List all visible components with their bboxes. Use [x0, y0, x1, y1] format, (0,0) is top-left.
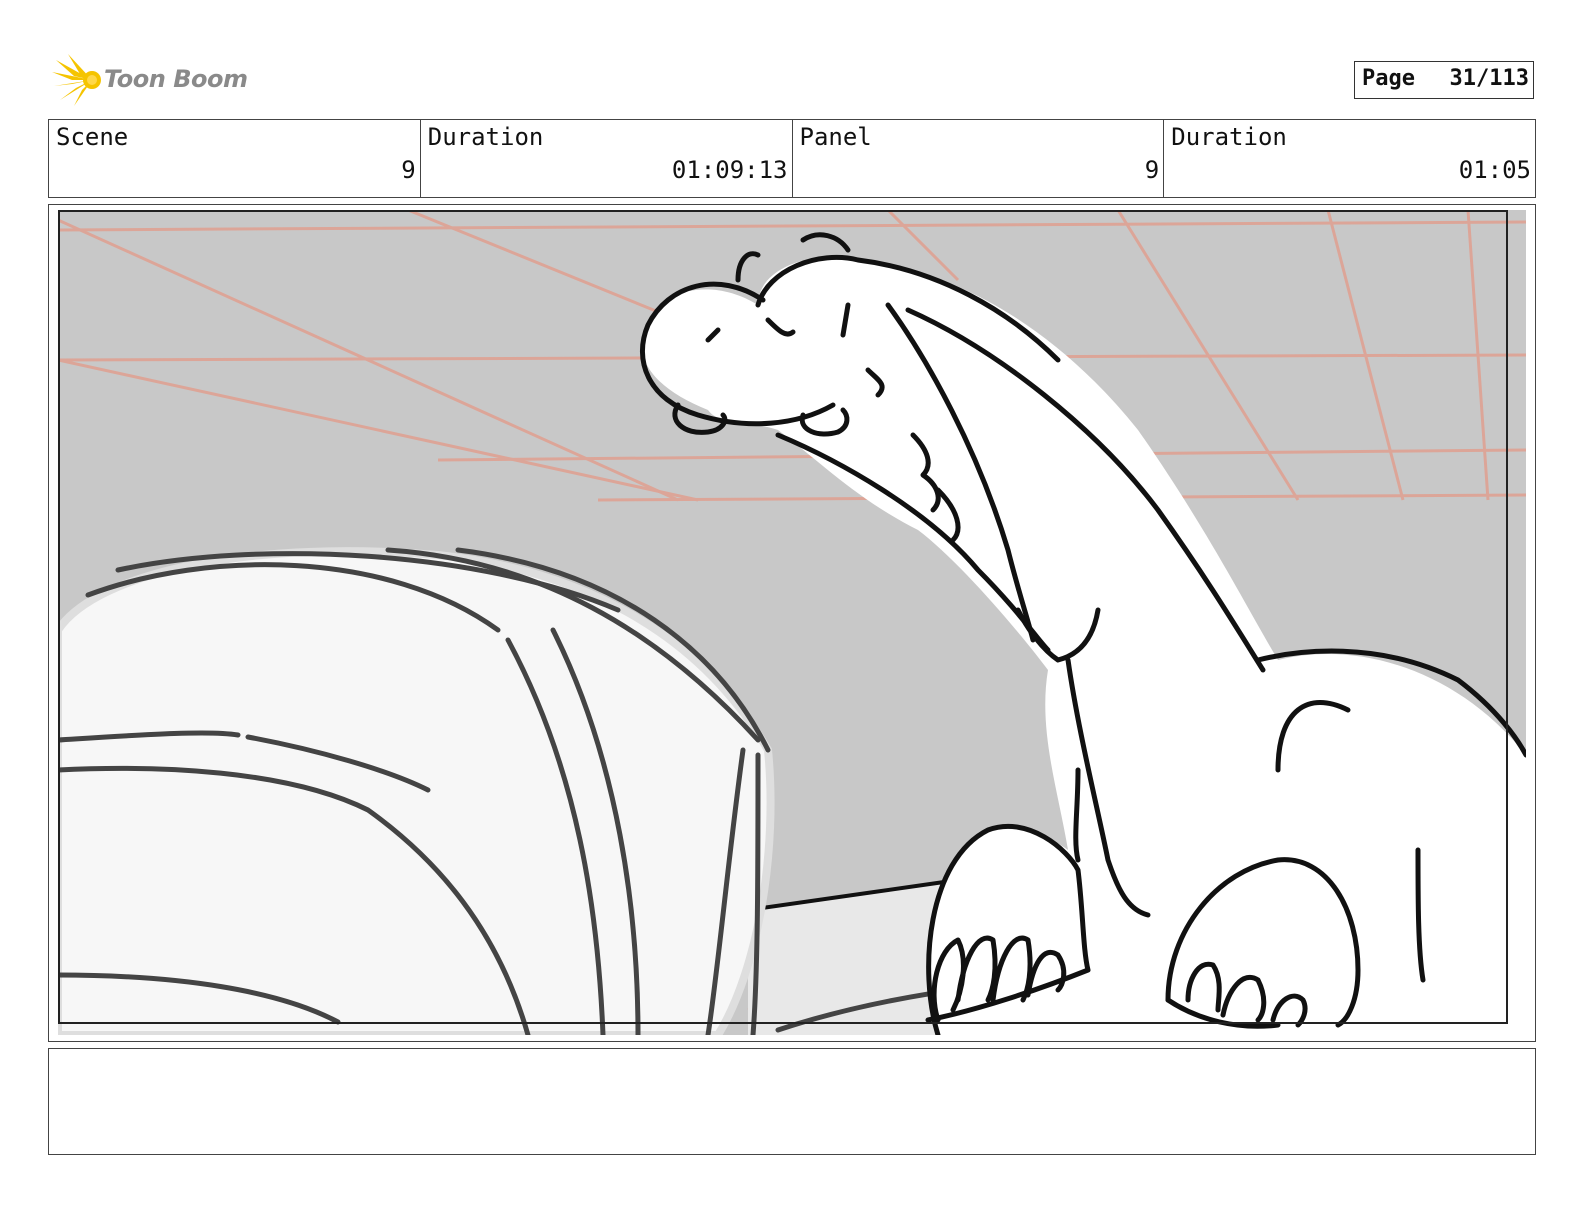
toon-boom-logo: Toon Boom: [52, 54, 252, 108]
panel-notes: [48, 1048, 1536, 1155]
panel-duration-cell: Duration 01:05: [1164, 120, 1535, 197]
panel-value: 9: [1144, 156, 1160, 184]
scene-duration-label: Duration: [427, 123, 544, 151]
panel-info-table: Scene 9 Duration 01:09:13 Panel 9 Durati…: [48, 119, 1536, 198]
storyboard-sketch: [58, 210, 1526, 1035]
page-indicator: Page 31/113: [1354, 61, 1534, 99]
brand-name: Toon Boom: [104, 65, 248, 93]
scene-duration-value: 01:09:13: [671, 156, 788, 184]
scene-value: 9: [401, 156, 416, 184]
page-label: Page: [1362, 66, 1415, 91]
scene-label: Scene: [56, 123, 129, 151]
scene-cell: Scene 9: [49, 120, 421, 197]
panel-label: Panel: [799, 123, 872, 151]
panel-duration-label: Duration: [1171, 123, 1287, 151]
panel-cell: Panel 9: [793, 120, 1165, 197]
page-number: 31/113: [1449, 66, 1529, 91]
panel-duration-value: 01:05: [1458, 156, 1531, 184]
starburst-logo-icon: [52, 54, 101, 106]
scene-duration-cell: Duration 01:09:13: [421, 120, 793, 197]
